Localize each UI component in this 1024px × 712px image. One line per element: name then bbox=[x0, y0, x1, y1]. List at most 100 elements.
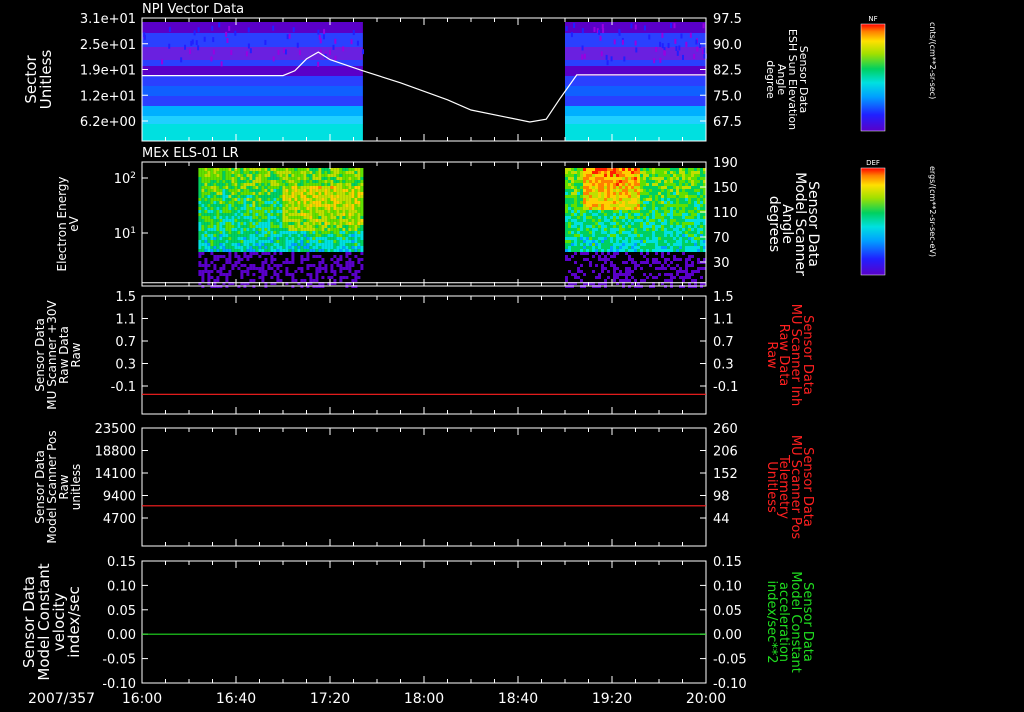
spectrogram-cell bbox=[213, 249, 217, 252]
spectrogram-cell bbox=[568, 270, 571, 273]
spectrogram-cell bbox=[649, 225, 652, 228]
spectrogram-cell bbox=[565, 249, 568, 252]
spectrogram-cell bbox=[261, 210, 265, 213]
spectrogram-cell bbox=[691, 183, 694, 186]
spectrogram-cell bbox=[291, 228, 295, 231]
spectrogram-cell bbox=[210, 240, 214, 243]
spectrogram-cell bbox=[306, 219, 310, 222]
spectrogram-cell bbox=[691, 189, 694, 192]
spectrogram-cell bbox=[616, 186, 619, 189]
spectrogram-cell bbox=[264, 210, 268, 213]
spectrogram-cell bbox=[616, 267, 619, 270]
spectrogram-cell bbox=[267, 243, 271, 246]
spectrogram-cell bbox=[243, 237, 247, 240]
spectrogram-cell bbox=[324, 198, 328, 201]
spectrogram-band bbox=[142, 116, 363, 124]
spectrogram-cell bbox=[595, 195, 598, 198]
spectrogram-cell bbox=[342, 174, 346, 177]
spectrogram-cell bbox=[219, 180, 223, 183]
spectrogram-cell bbox=[312, 279, 316, 282]
spectrogram-cell bbox=[667, 204, 670, 207]
spectrogram-cell bbox=[670, 201, 673, 204]
spectrogram-cell bbox=[697, 213, 700, 216]
spectrogram-cell bbox=[661, 207, 664, 210]
spectrogram-cell bbox=[613, 207, 616, 210]
spectrogram-cell bbox=[670, 180, 673, 183]
spectrogram-cell bbox=[646, 195, 649, 198]
spectrogram-cell bbox=[580, 189, 583, 192]
spectrogram-cell bbox=[246, 249, 250, 252]
spectrogram-cell bbox=[249, 168, 253, 171]
spectrogram-cell bbox=[607, 189, 610, 192]
spectrogram-cell bbox=[682, 231, 685, 234]
spectrogram-cell bbox=[282, 234, 286, 237]
spectrogram-cell bbox=[670, 249, 673, 252]
right-tick-label: 67.5 bbox=[713, 115, 742, 130]
spectrogram-cell bbox=[697, 207, 700, 210]
spectrogram-cell bbox=[619, 207, 622, 210]
spectrogram-cell bbox=[697, 180, 700, 183]
spectrogram-cell bbox=[270, 216, 274, 219]
spectrogram-cell bbox=[207, 273, 211, 276]
spectrogram-cell bbox=[249, 207, 253, 210]
spectrogram-cell bbox=[592, 237, 595, 240]
spectrogram-cell bbox=[240, 276, 244, 279]
spectrogram-cell bbox=[589, 240, 592, 243]
spectrogram-cell bbox=[357, 240, 361, 243]
spectrogram-cell bbox=[658, 246, 661, 249]
spectrogram-cell bbox=[619, 195, 622, 198]
spectrogram-cell bbox=[333, 174, 337, 177]
spectrogram-cell bbox=[676, 168, 679, 171]
spectrogram-cell bbox=[595, 234, 598, 237]
spectrogram-cell bbox=[282, 249, 286, 252]
spectrogram-cell bbox=[610, 231, 613, 234]
spectrogram-cell bbox=[237, 231, 241, 234]
spectrogram-cell bbox=[354, 216, 358, 219]
spectrogram-cell bbox=[198, 168, 202, 171]
spectrogram-cell bbox=[655, 243, 658, 246]
spectrogram-cell bbox=[210, 180, 214, 183]
spectrogram-cell bbox=[646, 216, 649, 219]
spectrogram-cell bbox=[276, 210, 280, 213]
spectrogram-cell bbox=[667, 198, 670, 201]
spectrogram-cell bbox=[330, 267, 334, 270]
spectrogram-cell bbox=[267, 201, 271, 204]
spectrogram-cell bbox=[604, 237, 607, 240]
left-tick-label: 2.5e+01 bbox=[80, 38, 136, 53]
spectrogram-cell bbox=[354, 273, 358, 276]
spectrogram-cell bbox=[577, 201, 580, 204]
spectrogram-cell bbox=[234, 171, 238, 174]
spectrogram-cell bbox=[282, 231, 286, 234]
spectrogram-cell bbox=[291, 171, 295, 174]
spectrogram-cell bbox=[682, 198, 685, 201]
spectrogram-cell bbox=[580, 249, 583, 252]
spectrogram-cell bbox=[625, 252, 628, 255]
spectrogram-cell bbox=[646, 207, 649, 210]
spectrogram-cell bbox=[568, 210, 571, 213]
spectrogram-cell bbox=[604, 279, 607, 282]
spectrogram-cell bbox=[264, 231, 268, 234]
spectrogram-cell bbox=[327, 237, 331, 240]
spectrogram-cell bbox=[237, 255, 241, 258]
spectrogram-cell bbox=[288, 261, 292, 264]
spectrogram-cell bbox=[592, 234, 595, 237]
spectrogram-cell bbox=[228, 210, 232, 213]
spectrogram-cell bbox=[351, 237, 355, 240]
spectrogram-cell bbox=[201, 225, 205, 228]
spectrogram-band bbox=[142, 76, 363, 86]
spectrogram-cell bbox=[631, 216, 634, 219]
spectrogram-cell bbox=[613, 177, 616, 180]
spectrogram-cell bbox=[234, 201, 238, 204]
spectrogram-cell bbox=[336, 261, 340, 264]
spectrogram-cell bbox=[670, 192, 673, 195]
spectrogram-cell bbox=[255, 186, 259, 189]
spectrogram-cell bbox=[306, 246, 310, 249]
spectrogram-cell bbox=[643, 273, 646, 276]
spectrogram-cell bbox=[697, 168, 700, 171]
spectrogram-cell bbox=[679, 243, 682, 246]
spectrogram-cell bbox=[231, 195, 235, 198]
spectrogram-cell bbox=[595, 192, 598, 195]
time-tick-label: 18:40 bbox=[498, 691, 538, 707]
spectrogram-cell bbox=[682, 204, 685, 207]
spectrogram-cell bbox=[276, 207, 280, 210]
